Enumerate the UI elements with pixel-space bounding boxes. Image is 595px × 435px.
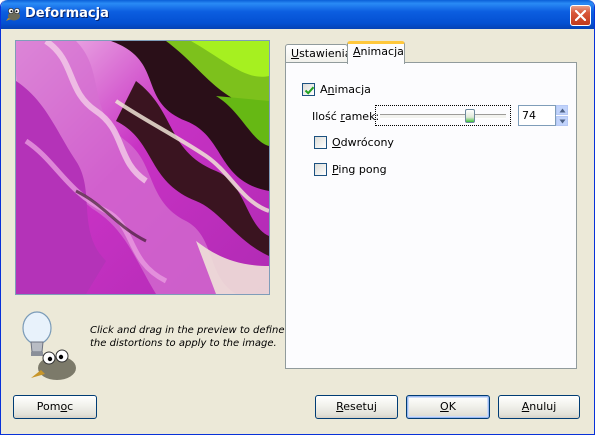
cancel-button[interactable]: Anuluj xyxy=(498,395,580,419)
tab-settings-label: stawienia xyxy=(299,47,352,60)
frames-spinbutton xyxy=(518,105,568,126)
lightbulb-wilber-icon xyxy=(17,308,79,398)
pingpong-label[interactable]: Ping pong xyxy=(332,163,387,176)
tab-animation-mnemonic: A xyxy=(353,45,361,58)
reverse-checkbox[interactable] xyxy=(314,136,327,149)
arrow-up-icon xyxy=(559,108,566,113)
tab-settings[interactable]: Ustawienia xyxy=(285,44,352,63)
frames-increment-button[interactable] xyxy=(556,105,568,115)
animate-label[interactable]: Animacja xyxy=(320,83,371,96)
ok-button[interactable]: OK xyxy=(406,395,490,419)
tab-animation[interactable]: Animacja xyxy=(347,41,405,64)
arrow-down-icon xyxy=(559,119,566,124)
warp-preview[interactable] xyxy=(15,40,270,295)
frames-slider[interactable] xyxy=(375,105,511,126)
close-icon xyxy=(575,10,586,21)
gimp-wilber-icon xyxy=(6,7,22,22)
preview-hint: Click and drag in the preview to define … xyxy=(90,324,290,350)
animate-checkbox[interactable] xyxy=(302,83,315,96)
reset-button-label: Resetuj xyxy=(336,400,377,413)
frames-decrement-button[interactable] xyxy=(556,116,568,126)
frames-input[interactable] xyxy=(518,105,556,126)
checkmark-icon xyxy=(304,86,315,95)
ok-button-label: OK xyxy=(440,400,456,413)
frames-label: Ilość ramek: xyxy=(312,110,380,123)
animation-panel: Animacja Ilość ramek: Odwrócony Ping pon… xyxy=(285,62,577,369)
window-title: Deformacja xyxy=(25,6,109,21)
tab-settings-mnemonic: U xyxy=(291,47,300,60)
preview-image xyxy=(16,41,269,294)
help-button-label: Pomoc xyxy=(36,400,74,413)
preview-hint-line-1: Click and drag in the preview to define xyxy=(90,325,285,336)
help-button[interactable]: Pomoc xyxy=(13,395,97,419)
reset-button[interactable]: Resetuj xyxy=(315,395,398,419)
frames-slider-thumb[interactable] xyxy=(465,109,475,123)
frames-slider-track xyxy=(380,114,506,119)
preview-hint-line-2: the distortions to apply to the image. xyxy=(90,338,277,349)
cancel-button-label: Anuluj xyxy=(521,400,557,413)
reverse-label[interactable]: Odwrócony xyxy=(332,136,394,149)
title-bar[interactable]: Deformacja xyxy=(1,0,594,29)
dialog-window: Deformacja Click and drag in the preview… xyxy=(0,0,595,435)
close-button[interactable] xyxy=(570,5,591,26)
pingpong-checkbox[interactable] xyxy=(314,163,327,176)
tab-animation-label: nimacja xyxy=(360,45,404,58)
dialog-body: Click and drag in the preview to define … xyxy=(5,29,592,431)
